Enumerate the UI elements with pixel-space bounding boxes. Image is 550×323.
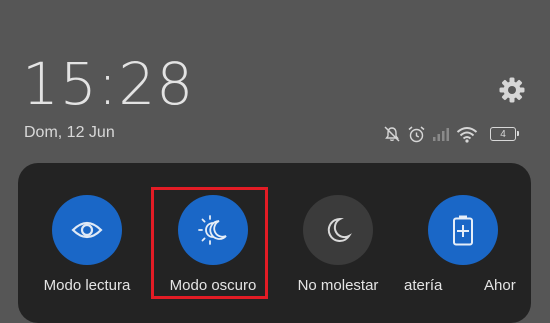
tile-battery-saver[interactable] [395,195,531,265]
battery-saver-toggle[interactable] [428,195,498,265]
battery-level: 4 [500,128,506,140]
moon-icon [327,217,352,242]
gear-icon [499,77,525,103]
dark-mode-icon [198,215,227,245]
wifi-icon [456,126,478,143]
eye-icon [71,221,103,239]
alarm-icon [407,125,426,144]
battery-icon: 4 [490,127,519,141]
tile-reading-mode[interactable]: Modo lectura [19,195,155,294]
tile-label: No molestar [297,277,379,294]
do-not-disturb-toggle[interactable] [303,195,373,265]
tile-label: Modo oscuro [169,277,257,294]
mute-icon [383,125,401,143]
signal-icon [432,126,450,142]
status-bar-icons: 4 [383,124,519,144]
reading-mode-toggle[interactable] [52,195,122,265]
tile-label-battery-saver: atería [404,277,443,294]
tile-label: Modo lectura [43,277,131,294]
tile-label-power-saver: Ahor [484,277,516,294]
tile-do-not-disturb[interactable]: No molestar [270,195,406,294]
battery-saver-icon [453,215,473,246]
dark-mode-toggle[interactable] [178,195,248,265]
settings-button[interactable] [496,74,528,106]
tile-dark-mode[interactable]: Modo oscuro [145,195,281,294]
clock-time: 15:28 [22,50,195,118]
date-label: Dom, 12 Jun [24,124,115,141]
